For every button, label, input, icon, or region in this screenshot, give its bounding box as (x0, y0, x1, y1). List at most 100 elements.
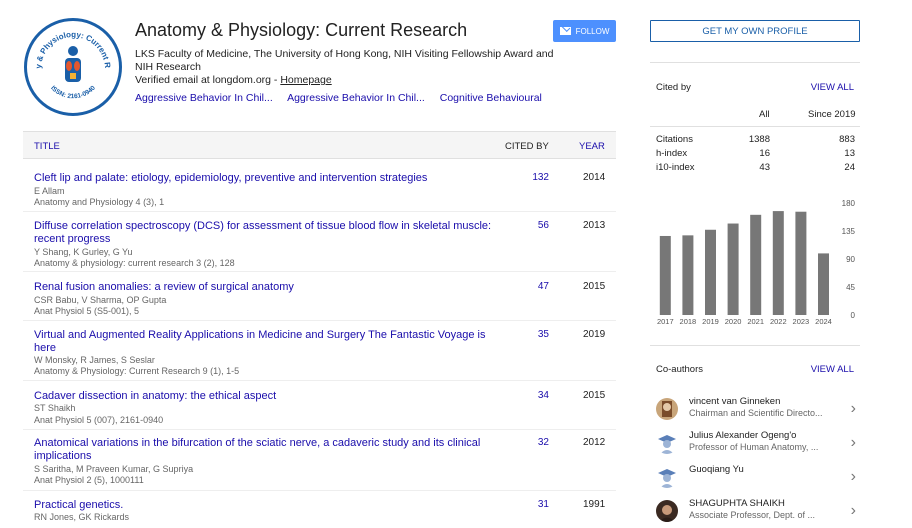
cited-by-count[interactable]: 31 (503, 499, 549, 510)
article-title[interactable]: Anatomical variations in the bifurcation… (34, 437, 504, 463)
article-title[interactable]: Virtual and Augmented Reality Applicatio… (34, 329, 504, 355)
chart-bar (772, 211, 784, 315)
interest-link[interactable]: Aggressive Behavior In Chil... (135, 92, 273, 104)
article-venue: Anatomy & physiology: current research 3… (34, 258, 235, 268)
sort-title[interactable]: TITLE (34, 141, 60, 152)
x-tick-label: 2019 (702, 317, 719, 326)
x-tick-label: 2017 (657, 317, 674, 326)
x-tick-label: 2018 (680, 317, 697, 326)
article-title[interactable]: Cleft lip and palate: etiology, epidemio… (34, 172, 504, 185)
divider (650, 345, 860, 346)
article-authors: Y Shang, K Gurley, G Yu (34, 247, 133, 257)
sort-year[interactable]: YEAR (579, 141, 605, 152)
coauthor-item[interactable]: Julius Alexander Ogeng'o Professor of Hu… (650, 428, 860, 462)
article-authors: S Saritha, M Praveen Kumar, G Supriya (34, 464, 194, 474)
article-authors: ST Shaikh (34, 403, 76, 413)
table-row: Cadaver dissection in anatomy: the ethic… (23, 390, 616, 430)
x-tick-label: 2022 (770, 317, 787, 326)
article-venue: Anat Physiol 5 (S5-001), 5 (34, 306, 140, 316)
avatar-placeholder-icon (656, 432, 678, 454)
y-tick-label: 90 (846, 255, 855, 264)
chart-bar (750, 214, 762, 315)
article-venue: Anatomy and Physiology 4 (3), 1 (34, 197, 165, 207)
x-tick-label: 2020 (725, 317, 742, 326)
col-since-header: Since 2019 (808, 109, 856, 120)
article-authors: W Monsky, R James, S Seslar (34, 355, 155, 365)
article-year: 2012 (583, 437, 606, 448)
profile-name: Anatomy & Physiology: Current Research (135, 20, 468, 40)
journal-logo: Anatomy & Physiology: Current Research I… (24, 18, 122, 116)
table-row: Renal fusion anomalies: a review of surg… (23, 281, 616, 321)
col-all-header: All (759, 109, 770, 120)
cited-by-count[interactable]: 56 (503, 220, 549, 231)
article-year: 1991 (583, 499, 606, 510)
coauthor-name: vincent van Ginneken (689, 396, 781, 407)
article-title[interactable]: Diffuse correlation spectroscopy (DCS) f… (34, 220, 504, 246)
article-year: 2015 (583, 281, 606, 292)
coauthor-name: Guoqiang Yu (689, 464, 744, 475)
cited-by-count[interactable]: 32 (503, 437, 549, 448)
x-tick-label: 2023 (793, 317, 810, 326)
cited-by-heading: Cited by (656, 82, 691, 93)
article-year: 2013 (583, 220, 606, 231)
chevron-right-icon: › (850, 468, 856, 485)
y-tick-label: 0 (851, 311, 856, 320)
sort-cited-by[interactable]: CITED BY (505, 141, 549, 152)
article-authors: CSR Babu, V Sharma, OP Gupta (34, 295, 167, 305)
coauthor-name: SHAGUPHTA SHAIKH (689, 498, 785, 509)
table-row: Cleft lip and palate: etiology, epidemio… (23, 172, 616, 212)
coauthor-name: Julius Alexander Ogeng'o (689, 430, 797, 441)
chart-bar (682, 235, 694, 315)
article-title[interactable]: Renal fusion anomalies: a review of surg… (34, 281, 504, 294)
coauthors-heading: Co-authors (656, 364, 703, 375)
divider (650, 126, 860, 127)
chart-bar (659, 235, 671, 315)
stat-since-h-index: 13 (844, 148, 855, 159)
article-venue: Anat Physiol 5 (007), 2161-0940 (34, 415, 164, 425)
stat-label-i10-index[interactable]: i10-index (656, 162, 695, 173)
stat-since-citations: 883 (839, 134, 855, 145)
interest-link[interactable]: Cognitive Behavioural (440, 92, 542, 104)
table-row: Anatomical variations in the bifurcation… (23, 437, 616, 491)
article-title[interactable]: Cadaver dissection in anatomy: the ethic… (34, 390, 504, 403)
coauthor-affiliation: Chairman and Scientific Directo... (689, 408, 823, 418)
article-authors: E Allam (34, 186, 65, 196)
get-my-own-profile-button[interactable]: GET MY OWN PROFILE (650, 20, 860, 42)
table-row: Practical genetics. RN Jones, GK Rickard… (23, 499, 616, 528)
profile-affiliation: LKS Faculty of Medicine, The University … (135, 48, 554, 73)
stat-label-h-index[interactable]: h-index (656, 148, 687, 159)
divider (650, 62, 860, 63)
coauthors-view-all[interactable]: VIEW ALL (811, 364, 854, 375)
y-tick-label: 135 (842, 227, 856, 236)
svg-text:ISSN: 2161-0940: ISSN: 2161-0940 (49, 84, 97, 100)
avatar (656, 398, 678, 420)
y-tick-label: 180 (842, 199, 856, 208)
citations-bar-chart: 2017 2018 2019 2020 2021 2022 2023 2024 180 135 90… (657, 199, 856, 326)
coauthor-item[interactable]: vincent van Ginneken Chairman and Scient… (650, 394, 860, 428)
cited-by-count[interactable]: 34 (503, 390, 549, 401)
coauthor-item[interactable]: SHAGUPHTA SHAIKH Associate Professor, De… (650, 496, 860, 528)
coauthor-affiliation: Associate Professor, Dept. of ... (689, 510, 816, 520)
cited-by-view-all[interactable]: VIEW ALL (811, 82, 854, 93)
chevron-right-icon: › (850, 400, 856, 417)
article-venue: Anat Physiol 2 (5), 1000111 (34, 475, 144, 485)
cited-by-count[interactable]: 47 (503, 281, 549, 292)
chevron-right-icon: › (850, 502, 856, 519)
cited-by-count[interactable]: 132 (503, 172, 549, 183)
coauthor-item[interactable]: Guoqiang Yu › (650, 462, 860, 496)
interest-link[interactable]: Aggressive Behavior In Chil... (287, 92, 425, 104)
article-title[interactable]: Practical genetics. (34, 499, 504, 512)
follow-button[interactable]: FOLLOW (553, 20, 616, 42)
x-tick-label: 2024 (815, 317, 832, 326)
stat-all-i10-index: 43 (759, 162, 770, 173)
homepage-link[interactable]: Homepage (280, 74, 331, 86)
article-authors: RN Jones, GK Rickards (34, 512, 130, 522)
cited-by-count[interactable]: 35 (503, 329, 549, 340)
avatar-placeholder-icon (656, 466, 678, 488)
article-year: 2015 (583, 390, 606, 401)
x-tick-label: 2021 (747, 317, 764, 326)
stat-label-citations[interactable]: Citations (656, 134, 693, 145)
table-row: Virtual and Augmented Reality Applicatio… (23, 329, 616, 381)
logo-issn: ISSN: 2161-0940 (49, 84, 97, 100)
chart-bar (727, 223, 739, 315)
